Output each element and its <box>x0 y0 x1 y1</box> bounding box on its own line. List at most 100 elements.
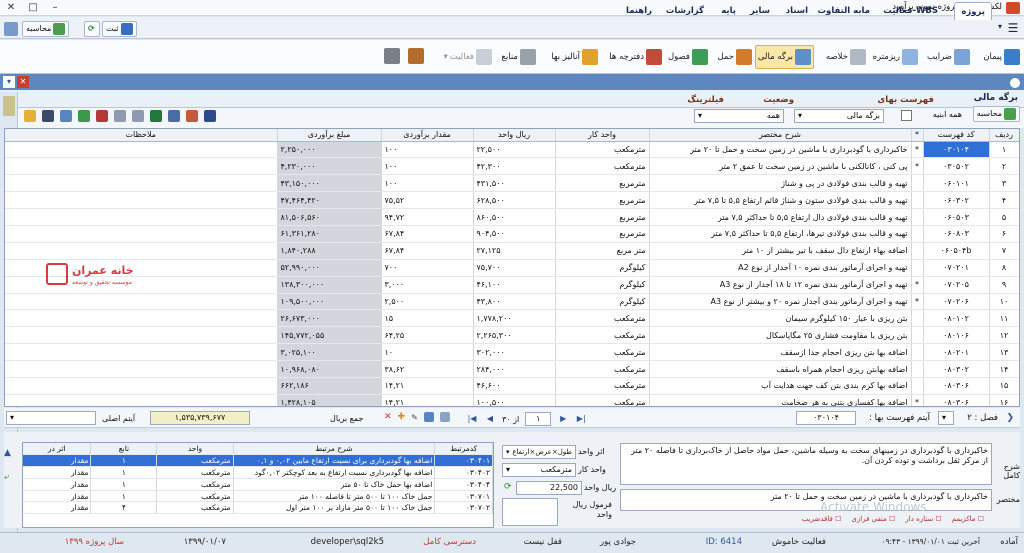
cell-remarks[interactable] <box>5 191 278 210</box>
cell-amount[interactable]: ۶۱,۳۶۱,۲۸۰ <box>277 225 382 243</box>
col-header-3[interactable]: شرح مختصر <box>649 129 912 142</box>
cell-star-mark[interactable] <box>911 191 924 210</box>
excel-icon[interactable] <box>150 110 162 122</box>
cell-description[interactable]: اضافه بهاء ارتفاع دال سقف با تیر بیشتر ا… <box>649 242 912 260</box>
resources-button[interactable]: منابع <box>499 45 538 69</box>
transfer-icon[interactable] <box>60 110 72 122</box>
effect-select[interactable]: طول×عرض×ارتفاع ▾ <box>502 445 576 459</box>
cell-related-code[interactable]: ۰۳۰۴۰۲ <box>434 466 493 479</box>
cell-star-mark[interactable]: * <box>911 293 924 311</box>
price-item-input[interactable]: ۰۳۰۱۰۴ <box>796 411 856 425</box>
cell-star-mark[interactable]: * <box>911 394 924 406</box>
table-row[interactable]: ۱ ۰۳۰۱۰۴ * خاکبرداری با گودبرداری با ماشین … <box>5 141 1019 159</box>
cell-row-number[interactable]: ۱۰ <box>989 293 1019 311</box>
cell-item-code[interactable]: ۰۶۰۵۰۴b <box>923 242 990 260</box>
cell-amount[interactable]: ۵۲,۹۹۰,۰۰۰ <box>277 259 382 277</box>
related-col-header-4[interactable]: اثر در <box>23 443 92 456</box>
copy-icon[interactable] <box>439 412 450 422</box>
tab-base[interactable]: پایه <box>715 2 742 20</box>
filter-icon[interactable] <box>168 110 180 122</box>
related-col-header-3[interactable]: تابع <box>90 443 158 456</box>
cell-amount[interactable]: ۲۶,۶۷۳,۰۰۰ <box>277 309 382 328</box>
related-row[interactable]: ۰۳۰۴۰۲ اضافه بها گودبرداری نسبت ارتفاع به… <box>23 466 493 479</box>
cell-amount[interactable]: ۴,۲۳۰,۰۰۰ <box>277 157 382 176</box>
tab-reports[interactable]: گزارشات <box>660 2 710 20</box>
cell-item-code[interactable]: ۰۳۰۱۰۴ <box>923 141 990 159</box>
cell-quantity[interactable]: ۱۴,۲۱ <box>381 377 474 395</box>
maximize-button[interactable]: □ <box>22 0 44 16</box>
clear-filter-icon[interactable] <box>186 110 198 122</box>
table-row[interactable]: ۵ ۰۶۰۵۰۳ تهیه و قالب بندی فولادی دال ارتفا… <box>5 208 1019 226</box>
side-panel-handle[interactable] <box>3 96 15 116</box>
col-header-0[interactable]: ردیف <box>989 129 1019 142</box>
unit-price-refresh-icon[interactable]: ⟳ <box>504 482 512 492</box>
star-option[interactable]: ☐ ستاره دار <box>905 515 941 523</box>
cell-unit[interactable]: مترمکعب <box>555 141 650 159</box>
edit-icon[interactable]: ✎ <box>411 413 418 422</box>
cell-item-code[interactable]: ۰۷۰۲۰۵ <box>923 276 990 294</box>
cell-amount[interactable]: ۱۰,۹۶۸,۰۸۰ <box>277 360 382 378</box>
related-row[interactable]: ۰۳۰۴۰۱ اضافه بها گودبرداری برای نسبت ارتف… <box>23 454 493 468</box>
cell-quantity[interactable]: ۱۰۰ <box>381 174 474 193</box>
cell-description[interactable]: اضافه بها بتن ریزی احجام جدا ازسقف <box>649 343 912 362</box>
financial-grid[interactable]: ردیف کد فهرست * شرح مختصر واحد کار ریال واحد م… <box>4 128 1020 407</box>
cell-row-number[interactable]: ۱۵ <box>989 377 1019 395</box>
cell-related-func[interactable]: ۴ <box>90 501 158 515</box>
table-row[interactable]: ۳ ۰۶۰۱۰۱ تهیه و قالب بندی فولادی در پی و ش… <box>5 174 1019 193</box>
cell-star-mark[interactable] <box>911 326 924 345</box>
cell-description[interactable]: تهیه و قالب بندی فولادی ستون و شناژ قائم… <box>649 191 912 210</box>
price-analysis-button[interactable]: آنالیز بها <box>549 45 600 69</box>
summary-button[interactable]: خلاصه <box>824 45 868 69</box>
cell-star-mark[interactable] <box>911 208 924 226</box>
cell-related-unit[interactable]: مترمکعب <box>156 478 234 491</box>
cell-amount[interactable]: ۱۴۵,۷۷۲,۰۵۵ <box>277 326 382 345</box>
refresh-button[interactable]: ⟳ <box>84 21 100 37</box>
cell-related-effect[interactable]: مقدار <box>23 478 92 491</box>
last-page-button[interactable]: ▶| <box>575 413 587 425</box>
cell-unit-price[interactable]: ۴۳,۸۰۰ <box>473 293 556 311</box>
cell-amount[interactable]: ۱۰۹,۵۰۰,۰۰۰ <box>277 293 382 311</box>
cell-quantity[interactable]: ۹۴,۷۲ <box>381 208 474 226</box>
cell-row-number[interactable]: ۳ <box>989 174 1019 193</box>
cell-unit-price[interactable]: ۲۷,۱۲۵ <box>473 242 556 260</box>
cell-description[interactable]: تهیه و قالب بندی فولادی دال ارتفاع ۵,۵ ت… <box>649 208 912 226</box>
cell-unit[interactable]: کیلوگرم <box>555 259 650 277</box>
cell-unit-price[interactable]: ۱,۷۷۸,۲۰۰ <box>473 309 556 328</box>
cell-row-number[interactable]: ۹ <box>989 276 1019 294</box>
booklets-button[interactable]: دفترچه ها <box>607 45 664 69</box>
user-icon[interactable] <box>4 22 18 36</box>
related-row[interactable]: ۰۳۰۴۰۴ اضافه بها حمل خاک تا ۵۰ متر مترمکعب… <box>23 478 493 491</box>
cell-related-unit[interactable]: مترمکعب <box>156 501 234 515</box>
cell-related-code[interactable]: ۰۳۰۷۰۱ <box>434 490 493 503</box>
cell-unit-price[interactable]: ۴۲,۳۰۰ <box>473 157 556 176</box>
cell-row-number[interactable]: ۱۶ <box>989 394 1019 406</box>
cell-amount[interactable]: ۱,۴۲۸,۱۰۵ <box>277 394 382 406</box>
table-row[interactable]: ۱۳ ۰۸۰۲۰۱ اضافه بها بتن ریزی احجام جدا ازس… <box>5 343 1019 362</box>
binoculars-icon[interactable] <box>42 110 54 122</box>
activity-button[interactable]: ▾ فعالیت <box>441 45 494 69</box>
first-page-button[interactable]: |◀ <box>466 413 478 425</box>
cell-related-unit[interactable]: مترمکعب <box>156 490 234 503</box>
no-coef-option[interactable]: ☐ فاقدضریب <box>802 515 842 523</box>
cell-remarks[interactable] <box>5 343 278 362</box>
cell-unit[interactable]: مترمکعب <box>555 326 650 345</box>
cell-amount[interactable]: ۳,۰۲۵,۱۰۰ <box>277 343 382 362</box>
cell-remarks[interactable] <box>5 208 278 226</box>
cell-unit-price[interactable]: ۴۶,۶۰۰ <box>473 377 556 395</box>
cell-remarks[interactable] <box>5 360 278 378</box>
delete-icon[interactable]: ✕ <box>384 412 392 422</box>
cell-amount[interactable]: ۲,۲۵۰,۰۰۰ <box>277 141 382 159</box>
cell-remarks[interactable] <box>5 309 278 328</box>
cell-quantity[interactable]: ۶۷,۸۴ <box>381 225 474 243</box>
cell-related-unit[interactable]: مترمکعب <box>156 454 234 468</box>
cell-remarks[interactable] <box>5 141 278 159</box>
cell-item-code[interactable]: ۰۷۰۲۰۶ <box>923 293 990 311</box>
swap-icon[interactable] <box>78 110 90 122</box>
col-header-7[interactable]: مبلغ برآوردی <box>277 129 382 142</box>
strip-menu-icon[interactable]: ▾ <box>3 76 15 88</box>
tab-difference[interactable]: مابه التفاوت <box>812 2 876 20</box>
cell-unit-price[interactable]: ۲,۲۶۵,۳۰۰ <box>473 326 556 345</box>
cell-description[interactable]: اضافه بها کفسازی بتنی به هر ضخامت <box>649 394 912 406</box>
table-row[interactable]: ۴ ۰۶۰۳۰۲ تهیه و قالب بندی فولادی ستون و شن… <box>5 191 1019 210</box>
page-input[interactable]: ۱ <box>525 412 552 426</box>
